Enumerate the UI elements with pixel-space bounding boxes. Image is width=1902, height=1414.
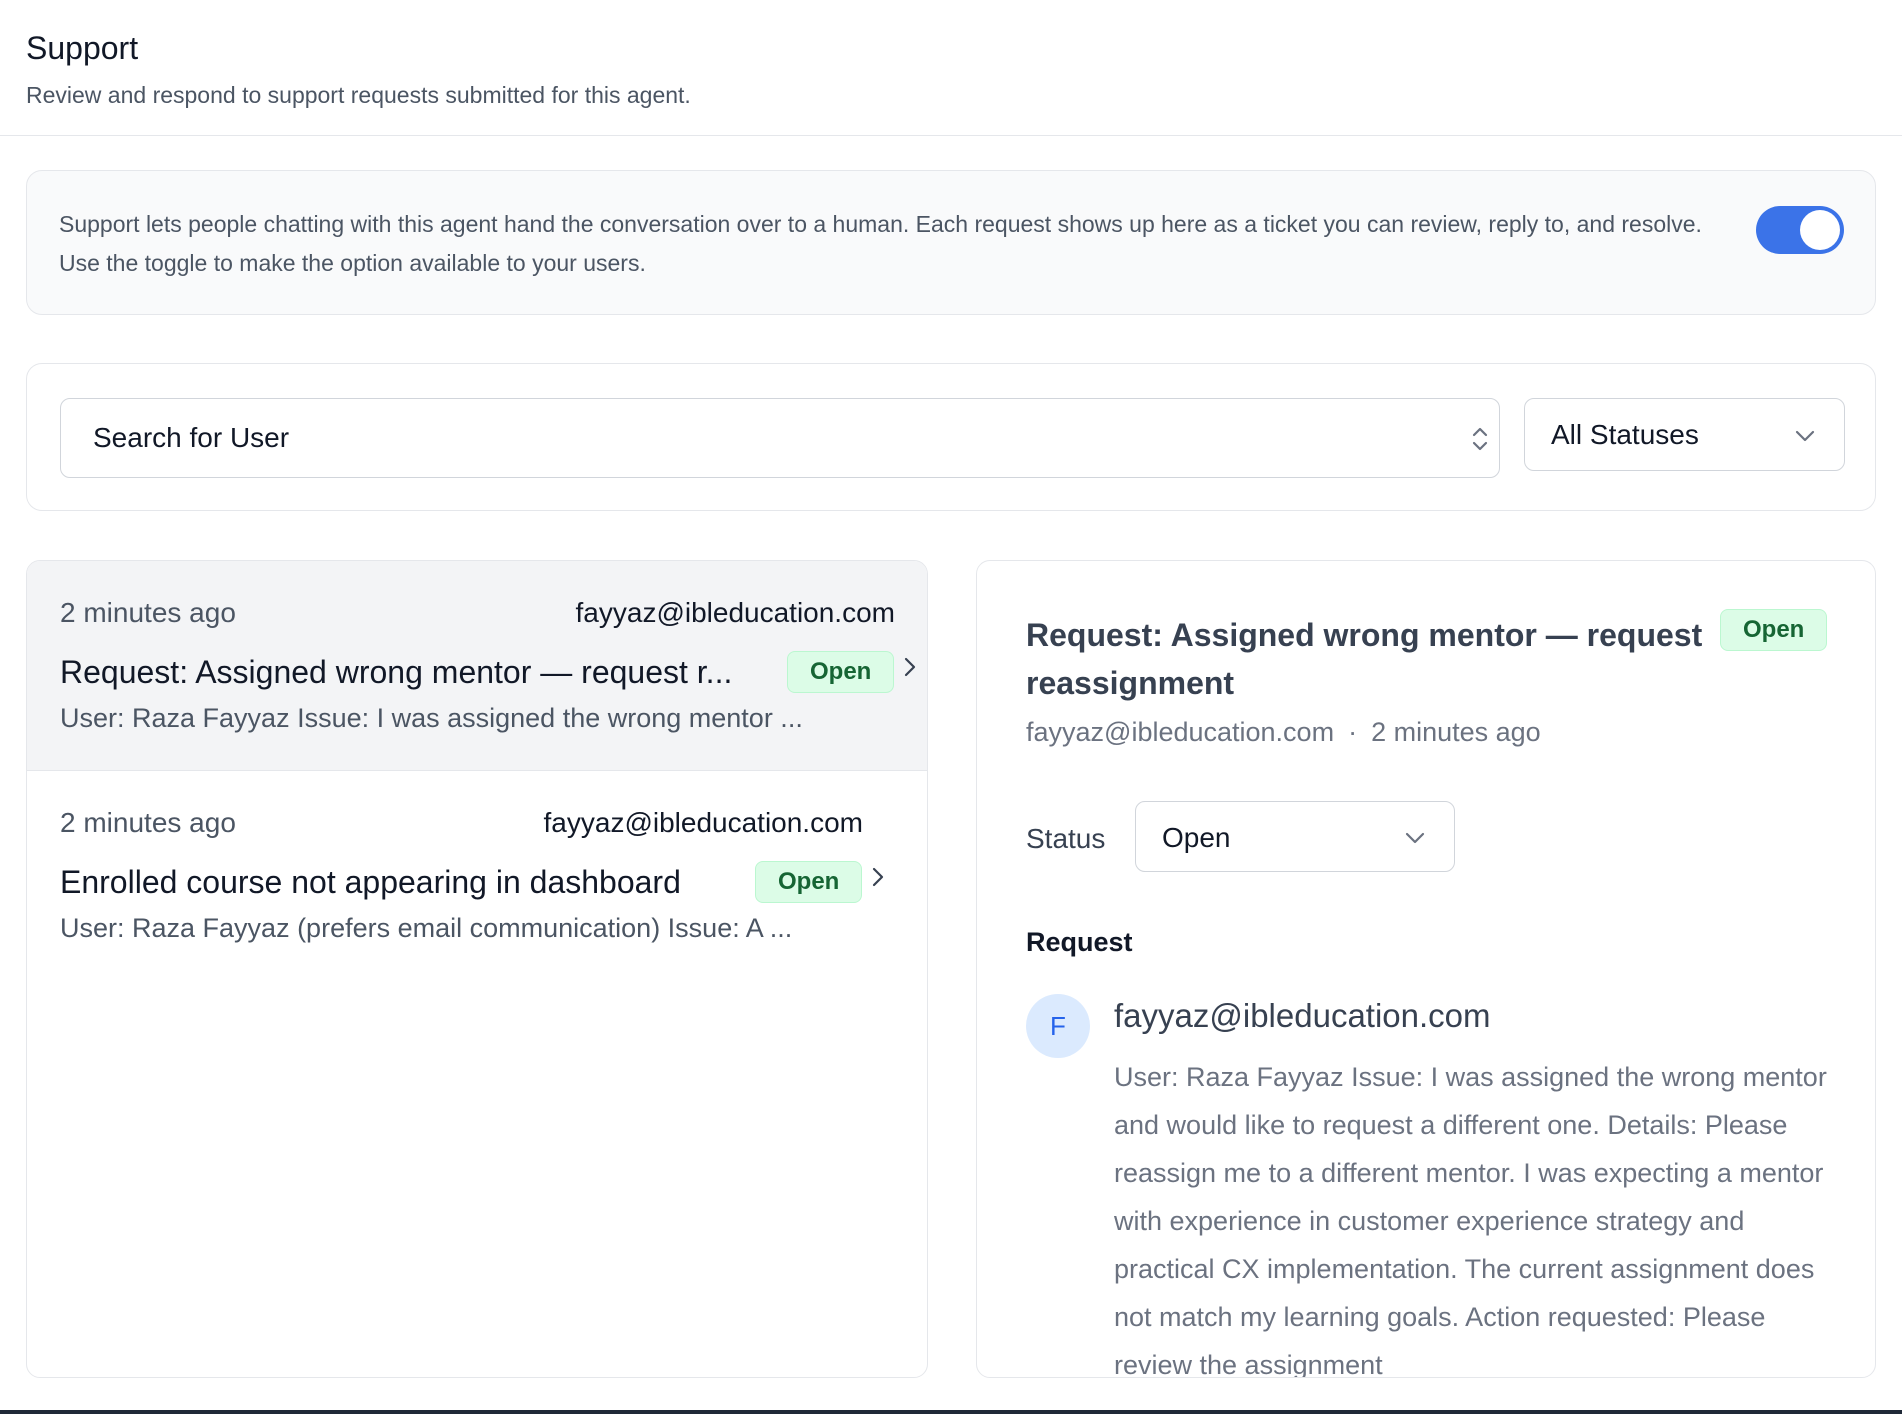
search-input[interactable]	[93, 399, 1393, 477]
ticket-list: 2 minutes ago fayyaz@ibleducation.com Re…	[26, 560, 928, 1378]
page-title: Support	[26, 30, 139, 66]
status-badge: Open	[755, 861, 863, 903]
support-info-text: Support lets people chatting with this a…	[59, 211, 1702, 276]
message-body: User: Raza Fayyaz Issue: I was assigned …	[1114, 1062, 1827, 1378]
filter-card: All Statuses	[26, 363, 1876, 511]
status-label: Status	[1026, 823, 1106, 854]
chevron-right-icon	[904, 657, 916, 677]
ticket-email: fayyaz@ibleducation.com	[543, 807, 863, 838]
ticket-detail-panel: Request: Assigned wrong mentor — request…	[976, 560, 1876, 1378]
user-search-combobox[interactable]	[60, 398, 1500, 478]
ticket-time: 2 minutes ago	[60, 597, 236, 628]
ticket-time: 2 minutes ago	[1371, 717, 1541, 747]
ticket-list-item[interactable]: 2 minutes ago fayyaz@ibleducation.com En…	[27, 771, 927, 981]
chevron-down-icon	[1405, 832, 1425, 844]
status-filter-label: All Statuses	[1551, 419, 1699, 450]
ticket-preview: User: Raza Fayyaz Issue: I was assigned …	[60, 703, 803, 733]
ticket-status-select[interactable]: Open	[1135, 801, 1455, 872]
chevron-up-down-icon	[1472, 427, 1488, 451]
chevron-down-icon	[1795, 430, 1815, 442]
ticket-preview: User: Raza Fayyaz (prefers email communi…	[60, 913, 793, 943]
request-heading: Request	[1026, 927, 1133, 957]
status-select-value: Open	[1162, 822, 1231, 853]
ticket-meta: fayyaz@ibleducation.com · 2 minutes ago	[1026, 717, 1541, 748]
avatar: F	[1026, 994, 1090, 1058]
ticket-title: Enrolled course not appearing in dashboa…	[60, 864, 681, 900]
meta-separator: ·	[1348, 717, 1358, 747]
ticket-email: fayyaz@ibleducation.com	[575, 597, 895, 628]
status-badge: Open	[1720, 609, 1828, 651]
ticket-time: 2 minutes ago	[60, 807, 236, 838]
bottom-edge-bar	[0, 1410, 1902, 1414]
support-enabled-toggle[interactable]	[1756, 206, 1844, 254]
message-author-email: fayyaz@ibleducation.com	[1114, 997, 1491, 1034]
toggle-knob	[1800, 210, 1840, 250]
chevron-right-icon	[872, 867, 884, 887]
ticket-title: Request: Assigned wrong mentor — request…	[60, 654, 733, 690]
ticket-list-item[interactable]: 2 minutes ago fayyaz@ibleducation.com Re…	[27, 561, 927, 771]
ticket-email: fayyaz@ibleducation.com	[1026, 717, 1335, 747]
page-subtitle: Review and respond to support requests s…	[26, 82, 691, 108]
ticket-detail-title: Request: Assigned wrong mentor — request…	[1026, 617, 1703, 701]
status-badge: Open	[787, 651, 895, 693]
status-filter-select[interactable]: All Statuses	[1524, 398, 1845, 471]
support-info-card: Support lets people chatting with this a…	[26, 170, 1876, 315]
page-header: Support Review and respond to support re…	[0, 0, 1902, 136]
